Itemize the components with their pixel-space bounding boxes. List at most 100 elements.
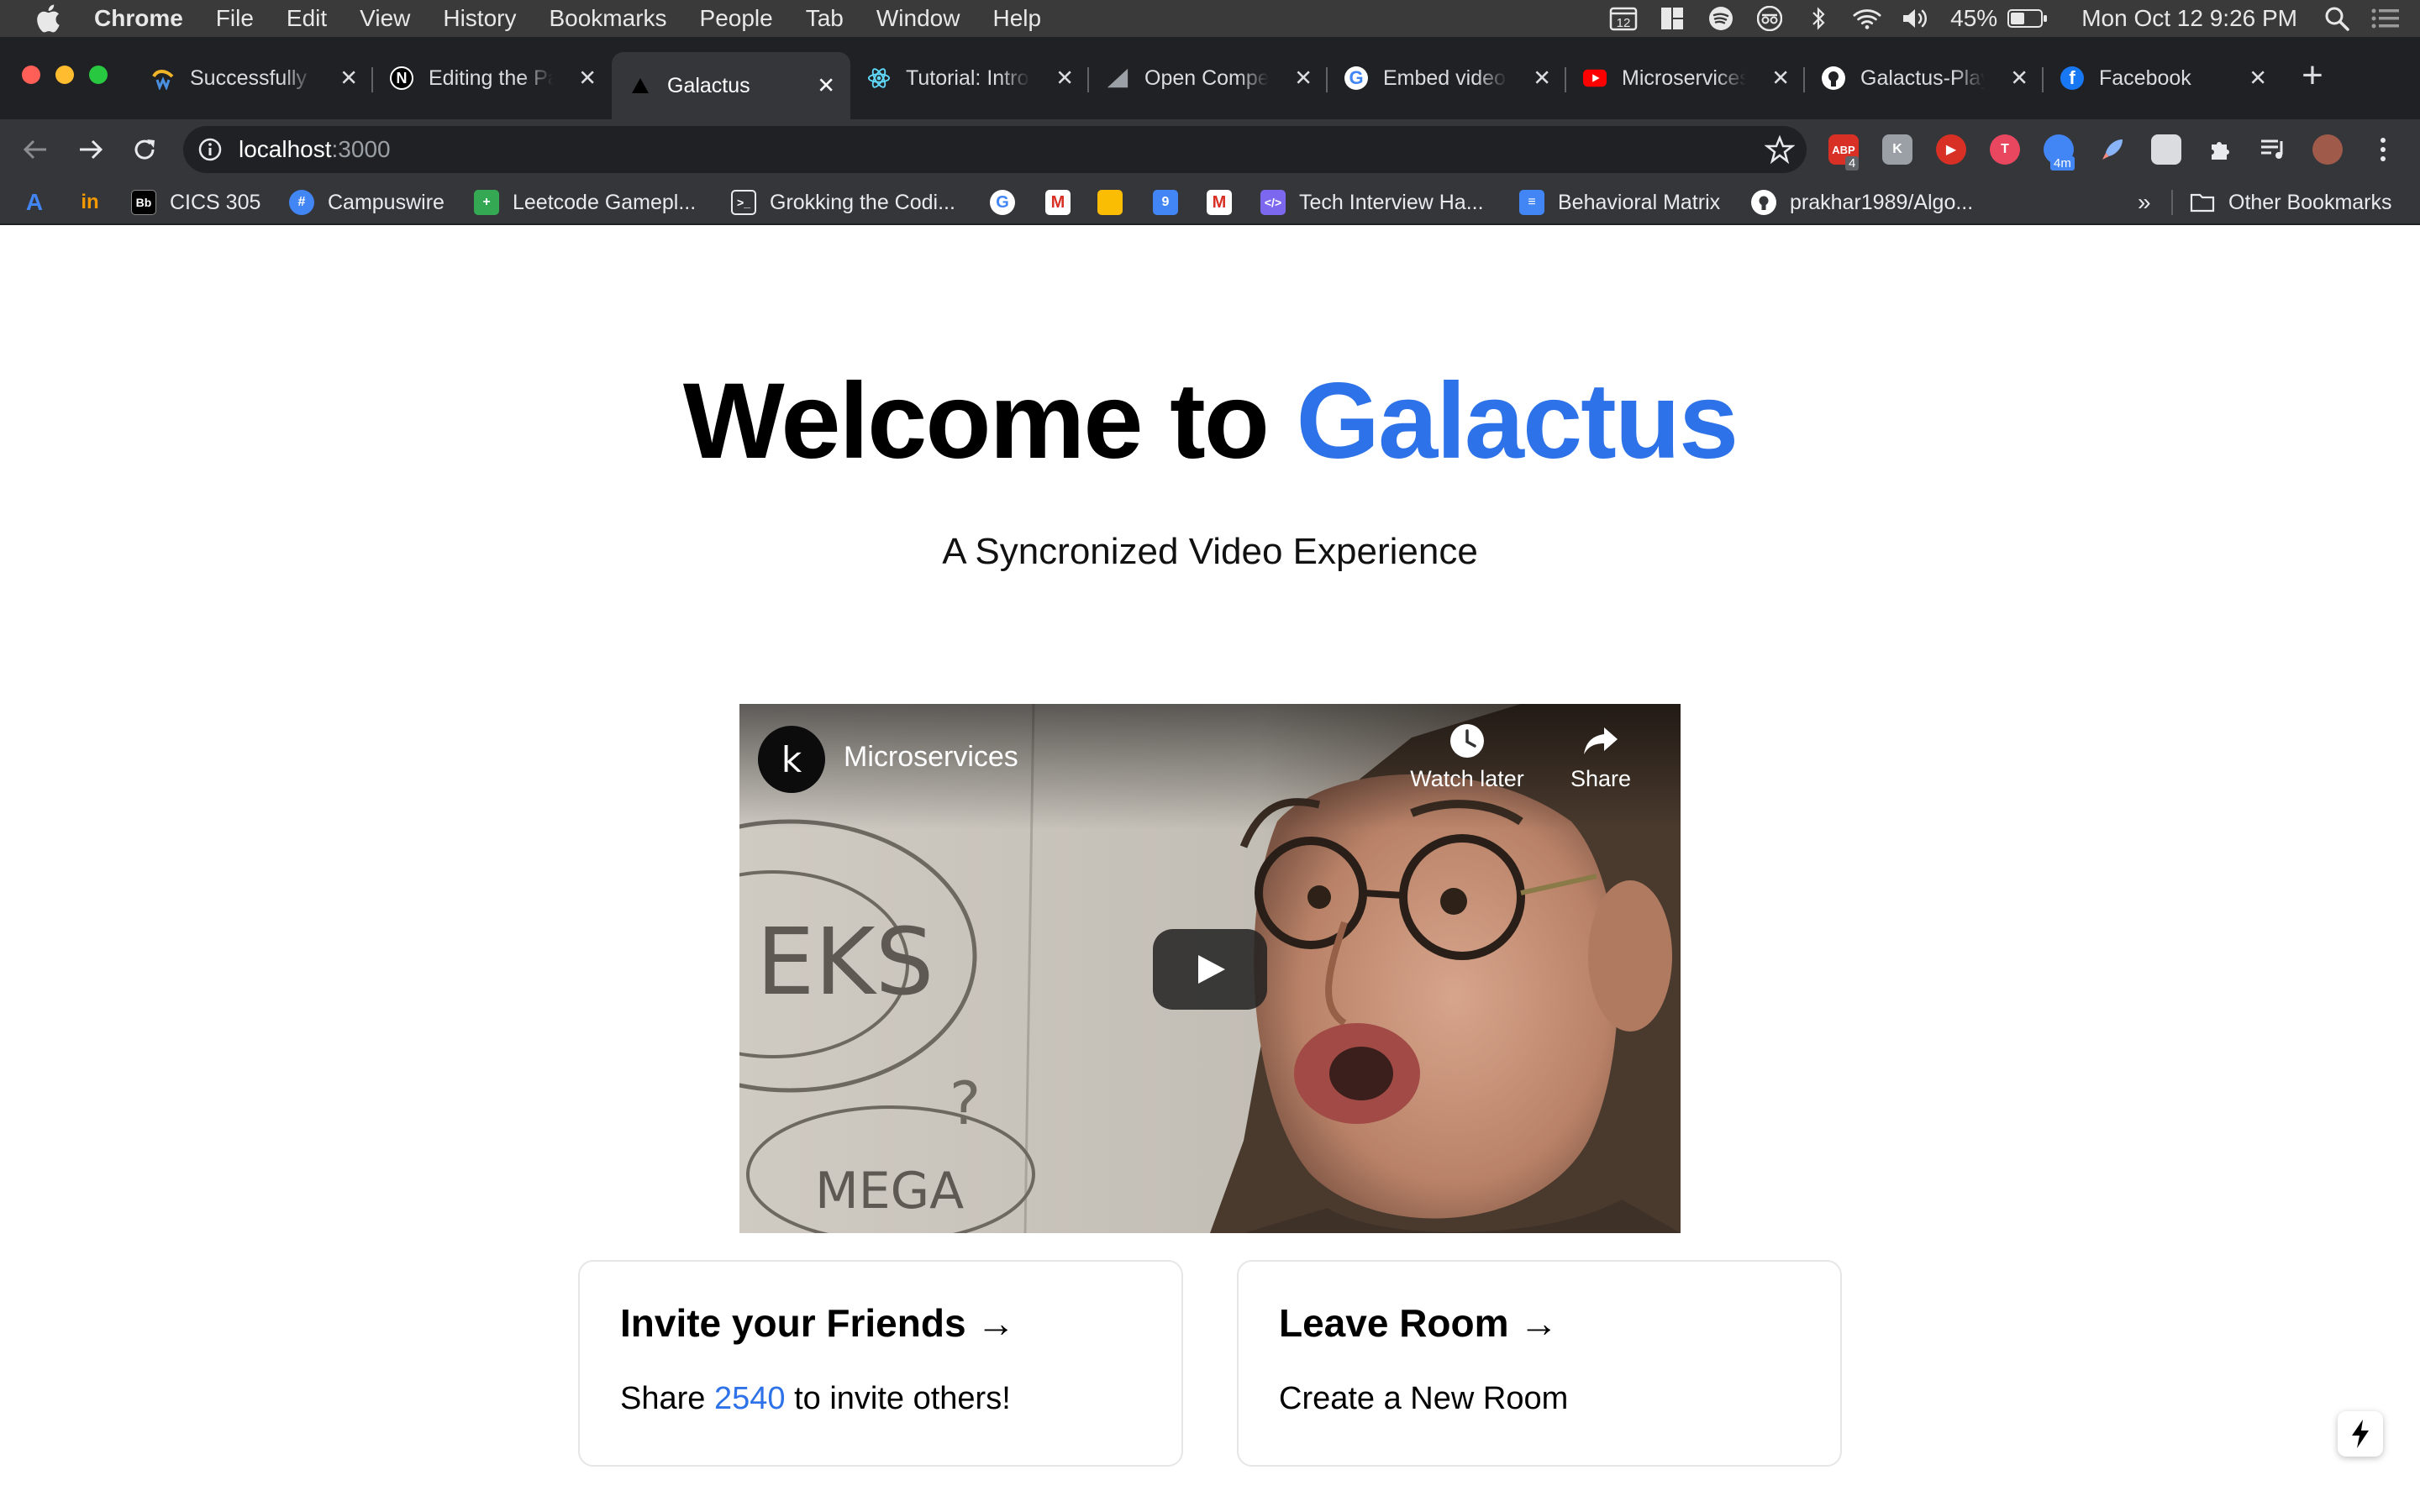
bookmark-star-icon[interactable] [1764,134,1796,165]
close-tab-icon[interactable]: ✕ [1771,66,1790,92]
github-icon [1822,66,1845,90]
tab-embed-videos[interactable]: G Embed videos ✕ [1328,52,1566,104]
bookmark-leetcode-gameplan[interactable]: + Leetcode Gamepl... [474,188,696,217]
tab-successfully[interactable]: Successfully ✕ [134,52,373,104]
back-button[interactable] [20,134,50,165]
watch-later-label: Watch later [1410,766,1524,791]
tab-title: Galactus-Play [1860,66,1985,90]
google-icon: G [1344,66,1368,90]
menu-help[interactable]: Help [992,5,1041,32]
channel-avatar[interactable]: k [758,726,825,793]
menu-history[interactable]: History [443,5,516,32]
youtube-video-embed[interactable]: EKS ? MEGA k Microservices Watch later S… [739,704,1681,1233]
video-title[interactable]: Microservices [844,741,1018,774]
bookmark-cics-305[interactable]: Bb CICS 305 [131,188,260,217]
bookmark-keep[interactable] [1097,188,1123,217]
menu-app-name[interactable]: Chrome [94,5,183,32]
tab-open-compet[interactable]: Open Compet ✕ [1089,52,1328,104]
rocket-extension-icon[interactable] [2097,134,2128,165]
bookmark-in[interactable]: in [77,188,103,217]
menu-view[interactable]: View [360,5,410,32]
blackboard-label: Bb [135,196,152,209]
battery-icon[interactable] [2007,6,2048,31]
close-window-button[interactable] [22,66,40,84]
reload-button[interactable] [129,134,160,165]
tab-facebook[interactable]: f Facebook ✕ [2044,52,2282,104]
youtube-extension-icon[interactable]: ▶ [1936,134,1966,165]
bookmark-gmail-2[interactable]: M [1207,188,1232,217]
media-control-icon[interactable] [2259,134,2289,165]
leave-room-card[interactable]: Leave Room → Create a New Room [1237,1260,1842,1467]
bookmark-campuswire[interactable]: # Campuswire [289,188,445,217]
close-tab-icon[interactable]: ✕ [1533,66,1551,92]
close-tab-icon[interactable]: ✕ [339,66,358,92]
bookmark-apps[interactable]: A [22,188,47,217]
menu-people[interactable]: People [700,5,773,32]
bookmark-google[interactable]: G [990,188,1015,217]
close-tab-icon[interactable]: ✕ [1294,66,1313,92]
tailwind-extension-icon[interactable]: T [1990,134,2020,165]
forward-button[interactable] [76,134,106,165]
calendar-icon[interactable]: 12 [1609,6,1638,31]
tab-title: Successfully [190,66,307,90]
chrome-menu-icon[interactable] [2368,134,2398,165]
incognito-icon[interactable] [1755,6,1784,31]
menu-edit[interactable]: Edit [287,5,327,32]
bookmark-gmail[interactable]: M [1045,188,1071,217]
play-button[interactable] [1153,929,1267,1010]
other-bookmarks-folder[interactable]: Other Bookmarks [2190,188,2392,217]
invite-friends-card[interactable]: Invite your Friends → Share 2540 to invi… [578,1260,1183,1467]
notification-center-icon[interactable] [2371,6,2400,31]
menu-bookmarks[interactable]: Bookmarks [549,5,666,32]
tab-editing-the-page[interactable]: N Editing the Pa ✕ [373,52,612,104]
bluetooth-icon[interactable] [1804,6,1833,31]
bookmark-label: Behavioral Matrix [1558,190,1721,214]
profile-avatar[interactable] [2312,134,2343,165]
close-tab-icon[interactable]: ✕ [2249,66,2267,92]
close-tab-icon[interactable]: ✕ [2010,66,2028,92]
close-tab-icon[interactable]: ✕ [1055,66,1074,92]
font-a-icon: A [25,189,44,215]
tab-galactus-play[interactable]: Galactus-Play ✕ [1805,52,2044,104]
menu-window[interactable]: Window [876,5,960,32]
bookmark-label: prakhar1989/Algo... [1790,190,1974,214]
watch-later-button[interactable]: Watch later [1396,722,1539,792]
apple-menu-icon[interactable] [34,4,62,33]
menu-file[interactable]: File [216,5,254,32]
notes-extension-icon[interactable] [2151,134,2181,165]
bookmark-algorithms[interactable]: prakhar1989/Algo... [1751,188,1973,217]
tab-tutorial-intro[interactable]: Tutorial: Intro ✕ [850,52,1089,104]
minimize-window-button[interactable] [55,66,74,84]
keep-icon [1097,190,1123,215]
nextjs-prerender-indicator[interactable] [2338,1411,2383,1457]
invite-card-text: Share 2540 to invite others! [620,1381,1011,1417]
tab-galactus[interactable]: Galactus ✕ [612,52,850,119]
close-tab-icon[interactable]: ✕ [817,73,835,99]
page-title: Welcome to Galactus [0,360,2420,483]
kanji-extension-icon[interactable]: K [1882,134,1912,165]
share-button[interactable]: Share [1529,722,1672,792]
extensions-puzzle-icon[interactable] [2205,134,2235,165]
bookmark-grokking[interactable]: >_ Grokking the Codi... [731,188,955,217]
tab-microservices[interactable]: Microservices ✕ [1566,52,1805,104]
spotlight-search-icon[interactable] [2323,6,2351,31]
bookmark-calendar[interactable]: 9 [1153,188,1178,217]
clock[interactable]: Mon Oct 12 9:26 PM [2081,5,2297,32]
site-info-icon[interactable] [198,138,222,161]
bookmark-tech-interview[interactable]: </> Tech Interview Ha... [1260,188,1484,217]
menu-tab[interactable]: Tab [806,5,844,32]
new-tab-button[interactable]: + [2294,57,2331,96]
close-tab-icon[interactable]: ✕ [578,66,597,92]
address-bar[interactable]: localhost:3000 [183,126,1807,173]
lightning-icon [2352,1420,2369,1448]
bookmark-label: Campuswire [328,190,445,214]
wifi-icon[interactable] [1853,6,1881,31]
zoom-window-button[interactable] [89,66,108,84]
in-icon: in [81,191,99,213]
youtube-icon [1583,66,1607,90]
volume-icon[interactable] [1902,6,1930,31]
spotify-icon[interactable] [1707,6,1735,31]
bookmark-behavioral-matrix[interactable]: ≡ Behavioral Matrix [1519,188,1720,217]
window-tiling-icon[interactable] [1658,6,1686,31]
bookmarks-overflow-button[interactable]: » [2138,188,2151,217]
